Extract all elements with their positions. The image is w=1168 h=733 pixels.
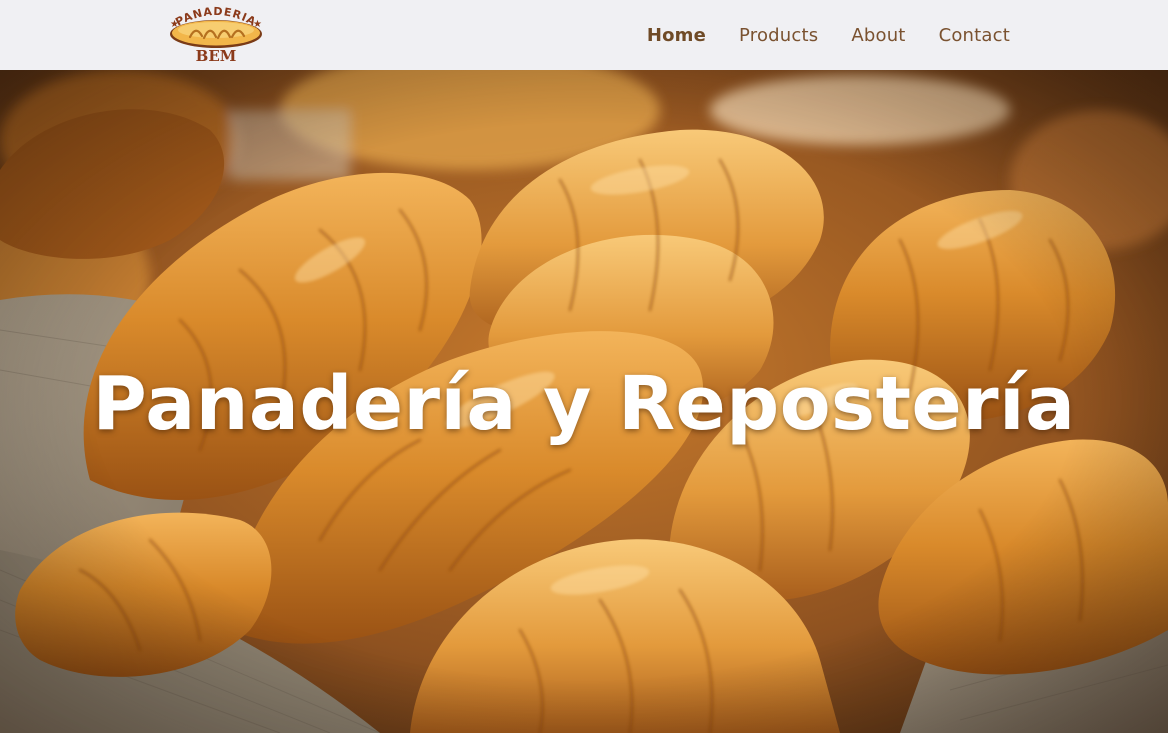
hero-section: Panadería y Repostería xyxy=(0,70,1168,733)
hero-title: Panadería y Repostería xyxy=(92,361,1076,447)
main-nav: Home Products About Contact xyxy=(647,0,1010,70)
page: ★ ★ PANADERIA BEM Home Products About Co… xyxy=(0,0,1168,733)
nav-item-about: About xyxy=(851,25,905,46)
nav-link-about[interactable]: About xyxy=(851,25,905,46)
nav-item-contact: Contact xyxy=(939,25,1010,46)
nav-link-home[interactable]: Home xyxy=(647,25,706,46)
nav-item-home: Home xyxy=(647,25,706,46)
bread-logo-icon: ★ ★ PANADERIA BEM xyxy=(170,5,262,65)
svg-text:BEM: BEM xyxy=(196,47,237,65)
nav-link-contact[interactable]: Contact xyxy=(939,25,1010,46)
nav-item-products: Products xyxy=(739,25,818,46)
navbar: ★ ★ PANADERIA BEM Home Products About Co… xyxy=(0,0,1168,70)
nav-link-products[interactable]: Products xyxy=(739,25,818,46)
brand-logo[interactable]: ★ ★ PANADERIA BEM xyxy=(166,3,266,65)
